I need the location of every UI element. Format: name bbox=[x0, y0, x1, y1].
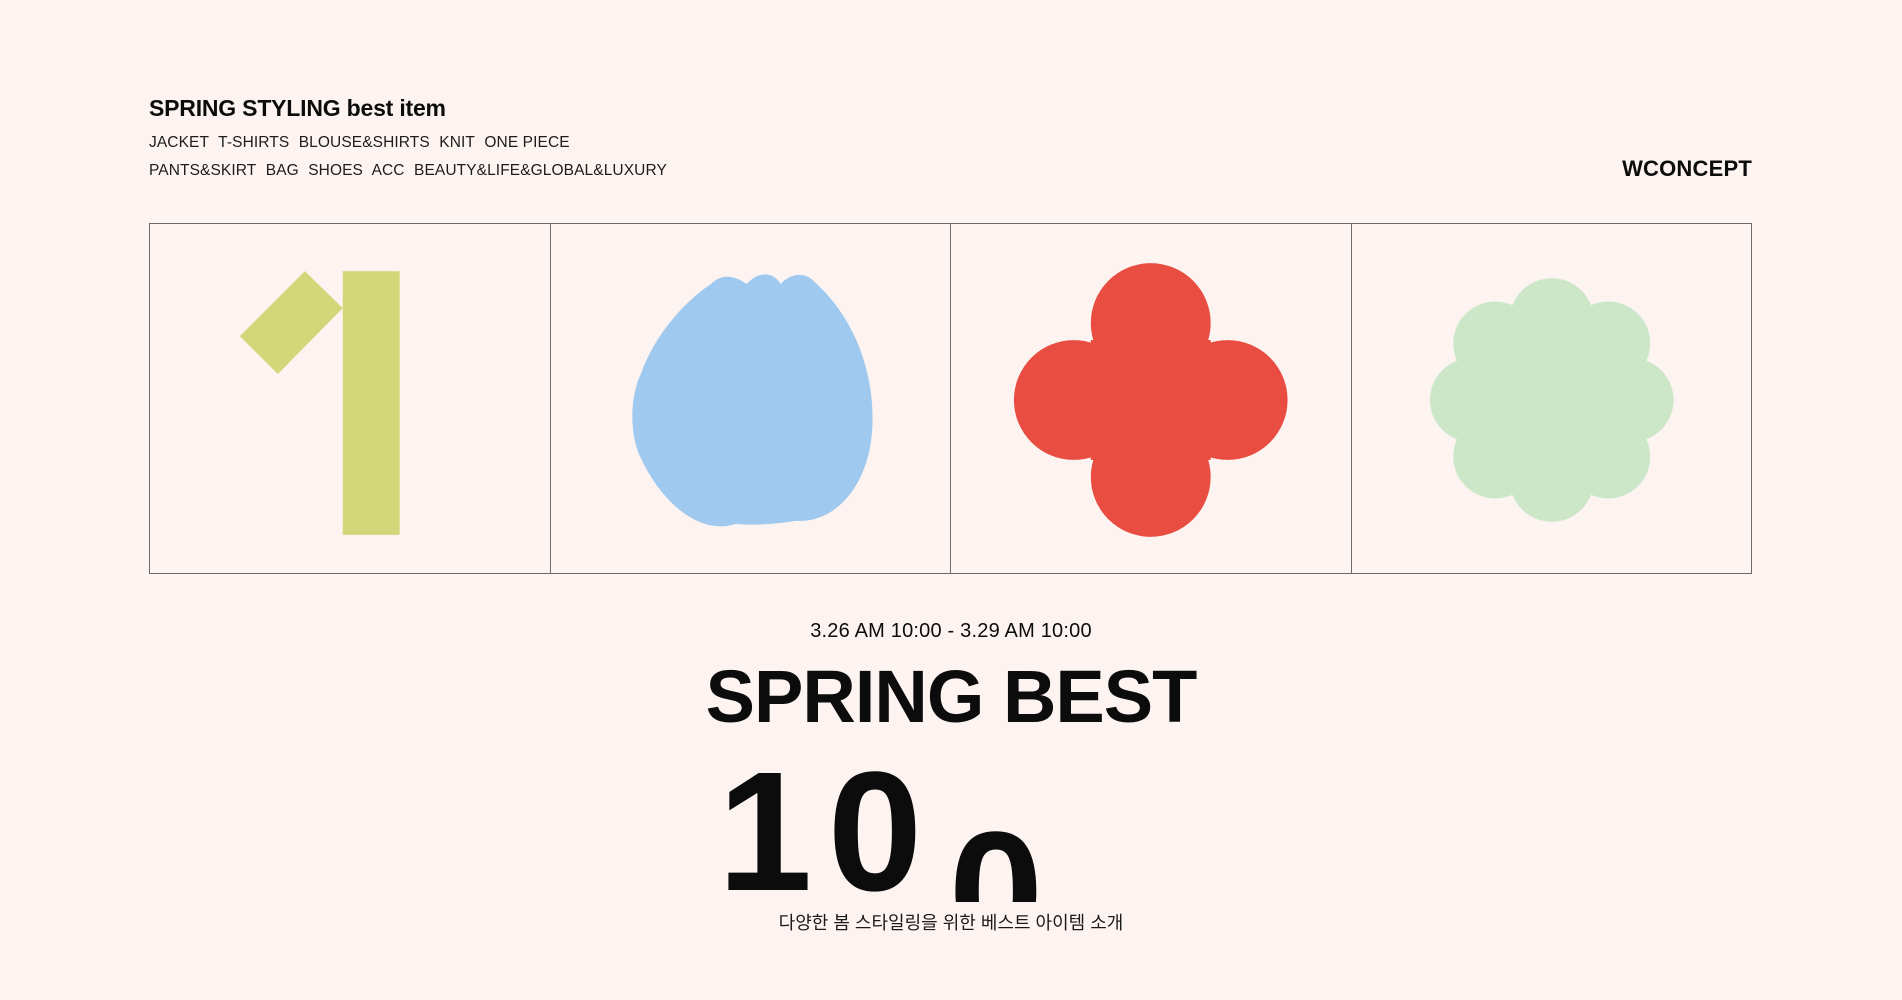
category-link-acc[interactable]: ACC bbox=[372, 162, 405, 179]
count-digit: 0 bbox=[828, 740, 923, 902]
best-count-graphic: 100 bbox=[700, 740, 1120, 902]
category-nav-row-1: JACKET T-SHIRTS BLOUSE&SHIRTS KNIT ONE P… bbox=[149, 134, 570, 152]
tile-eight-petal-flower bbox=[1352, 224, 1752, 573]
flower-petal bbox=[1452, 301, 1537, 386]
category-nav-row-2: PANTS&SKIRT BAG SHOES ACC BEAUTY&LIFE&GL… bbox=[149, 162, 667, 180]
category-link-shoes[interactable]: SHOES bbox=[308, 162, 363, 179]
tulip-icon bbox=[631, 274, 873, 527]
count-digit: 0 bbox=[949, 797, 1044, 902]
event-period: 3.26 AM 10:00 - 3.29 AM 10:00 bbox=[810, 620, 1092, 642]
page-title: SPRING STYLING best item bbox=[149, 95, 446, 121]
category-link-bag[interactable]: BAG bbox=[266, 162, 299, 179]
category-link-t-shirts[interactable]: T-SHIRTS bbox=[218, 134, 289, 151]
event-headline: SPRING BEST bbox=[705, 655, 1198, 738]
best-count-svg: 100 bbox=[718, 740, 1044, 902]
tile-numeral-one bbox=[150, 224, 551, 573]
count-digit: 1 bbox=[718, 740, 813, 902]
category-link-beauty-life-global-luxury[interactable]: BEAUTY&LIFE&GLOBAL&LUXURY bbox=[414, 162, 667, 179]
event-description: 다양한 봄 스타일링을 위한 베스트 아이템 소개 bbox=[778, 913, 1124, 933]
category-link-knit[interactable]: KNIT bbox=[439, 134, 475, 151]
numeral-one-icon bbox=[239, 271, 400, 535]
brand-logo[interactable]: WCONCEPT bbox=[1622, 156, 1752, 182]
tile-tulip bbox=[551, 224, 951, 573]
shape-tile-row bbox=[149, 223, 1752, 574]
category-link-pants-skirt[interactable]: PANTS&SKIRT bbox=[149, 162, 256, 179]
tile-four-lobe-flower bbox=[951, 224, 1352, 573]
four-lobe-flower-icon bbox=[1013, 263, 1288, 537]
category-link-one-piece[interactable]: ONE PIECE bbox=[484, 134, 569, 151]
category-link-jacket[interactable]: JACKET bbox=[149, 134, 209, 151]
category-link-blouse-shirts[interactable]: BLOUSE&SHIRTS bbox=[299, 134, 430, 151]
eight-petal-flower-icon bbox=[1429, 278, 1674, 522]
